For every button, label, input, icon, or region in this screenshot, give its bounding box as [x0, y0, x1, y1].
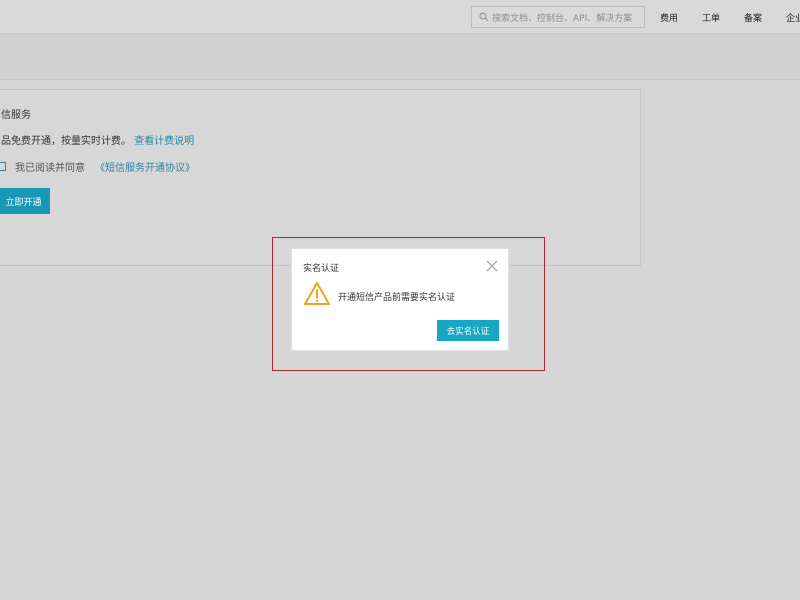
top-nav-links: 费用 工单 备案 企业 支: [650, 0, 800, 34]
search-icon: [479, 12, 489, 22]
pricing-link[interactable]: 查看计费说明: [134, 136, 194, 147]
warning-icon: [304, 282, 330, 305]
top-navbar: 搜索文档、控制台、API、解决方案 费用 工单 备案 企业 支: [0, 0, 800, 34]
nav-item-tickets[interactable]: 工单: [702, 11, 720, 24]
search-input[interactable]: 搜索文档、控制台、API、解决方案: [471, 6, 645, 28]
service-description-text: 品免费开通，按量实时计费。: [1, 136, 131, 147]
service-description: 品免费开通，按量实时计费。 查看计费说明: [1, 132, 194, 147]
close-icon[interactable]: [486, 260, 498, 272]
nav-item-billing[interactable]: 费用: [660, 11, 678, 24]
agree-text: 我已阅读并同意: [15, 163, 85, 174]
nav-item-filing[interactable]: 备案: [744, 11, 762, 24]
open-service-button[interactable]: 立即开通: [0, 188, 50, 214]
modal-title: 实名认证: [303, 264, 340, 274]
agree-checkbox[interactable]: [0, 162, 6, 171]
verification-modal: 实名认证 开通短信产品前需要实名认证 去实名认证: [291, 248, 509, 351]
agreement-link[interactable]: 《短信服务开通协议》: [95, 159, 195, 174]
modal-message: 开通短信产品前需要实名认证: [338, 293, 456, 303]
agreement-row: 我已阅读并同意 《短信服务开通协议》: [0, 159, 195, 174]
go-verify-button[interactable]: 去实名认证: [437, 320, 499, 341]
service-title: 信服务: [1, 110, 31, 121]
nav-item-enterprise[interactable]: 企业: [786, 11, 800, 24]
page-subheader: [0, 34, 800, 80]
search-placeholder: 搜索文档、控制台、API、解决方案: [492, 13, 633, 24]
